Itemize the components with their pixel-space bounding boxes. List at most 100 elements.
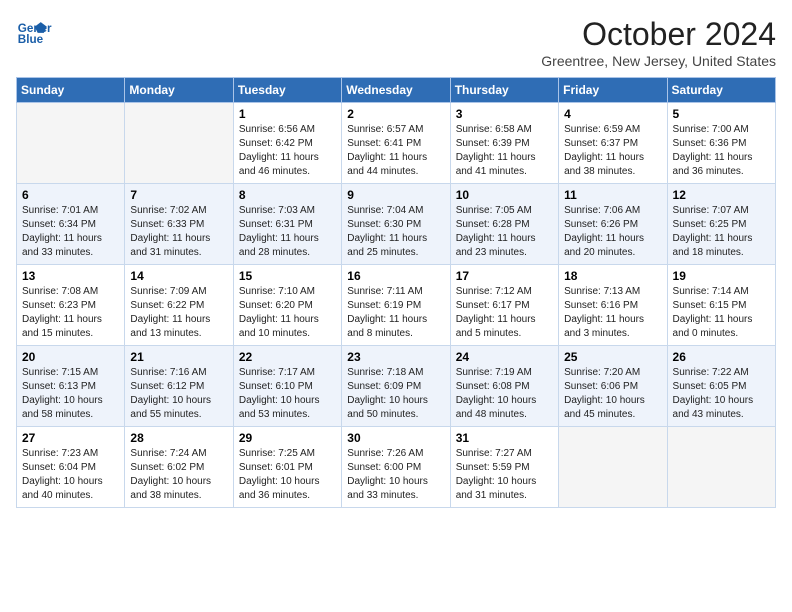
day-number: 11	[564, 188, 661, 202]
day-info: Sunrise: 7:03 AM Sunset: 6:31 PM Dayligh…	[239, 204, 336, 260]
day-info: Sunrise: 7:00 AM Sunset: 6:36 PM Dayligh…	[673, 123, 770, 179]
calendar-cell	[17, 103, 125, 184]
day-number: 22	[239, 350, 336, 364]
calendar-cell: 24 Sunrise: 7:19 AM Sunset: 6:08 PM Dayli…	[450, 346, 558, 427]
calendar-week-row: 6Sunrise: 7:01 AM Sunset: 6:34 PM Daylig…	[17, 184, 776, 265]
day-number: 31	[456, 431, 553, 445]
calendar-cell: 11 Sunrise: 7:06 AM Sunset: 6:26 PM Dayli…	[559, 184, 667, 265]
day-info: Sunrise: 6:56 AM Sunset: 6:42 PM Dayligh…	[239, 123, 336, 179]
calendar-cell: 2 Sunrise: 6:57 AM Sunset: 6:41 PM Daylig…	[342, 103, 450, 184]
day-number: 18	[564, 269, 661, 283]
calendar-cell: 6Sunrise: 7:01 AM Sunset: 6:34 PM Daylig…	[17, 184, 125, 265]
day-info: Sunrise: 7:26 AM Sunset: 6:00 PM Dayligh…	[347, 447, 444, 503]
day-number: 6	[22, 188, 119, 202]
calendar-cell	[559, 427, 667, 508]
calendar-week-row: 13 Sunrise: 7:08 AM Sunset: 6:23 PM Dayli…	[17, 265, 776, 346]
calendar-cell: 23Sunrise: 7:18 AM Sunset: 6:09 PM Dayli…	[342, 346, 450, 427]
calendar-cell: 19 Sunrise: 7:14 AM Sunset: 6:15 PM Dayli…	[667, 265, 775, 346]
svg-text:Blue: Blue	[18, 33, 44, 46]
calendar-cell: 7 Sunrise: 7:02 AM Sunset: 6:33 PM Daylig…	[125, 184, 233, 265]
calendar-body: 1 Sunrise: 6:56 AM Sunset: 6:42 PM Daylig…	[17, 103, 776, 508]
day-info: Sunrise: 7:02 AM Sunset: 6:33 PM Dayligh…	[130, 204, 227, 260]
calendar-week-row: 1 Sunrise: 6:56 AM Sunset: 6:42 PM Daylig…	[17, 103, 776, 184]
day-info: Sunrise: 7:11 AM Sunset: 6:19 PM Dayligh…	[347, 285, 444, 341]
day-number: 12	[673, 188, 770, 202]
day-number: 2	[347, 107, 444, 121]
day-info: Sunrise: 7:27 AM Sunset: 5:59 PM Dayligh…	[456, 447, 553, 503]
day-number: 8	[239, 188, 336, 202]
day-info: Sunrise: 7:09 AM Sunset: 6:22 PM Dayligh…	[130, 285, 227, 341]
day-number: 5	[673, 107, 770, 121]
calendar-cell: 18 Sunrise: 7:13 AM Sunset: 6:16 PM Dayli…	[559, 265, 667, 346]
calendar-cell: 15 Sunrise: 7:10 AM Sunset: 6:20 PM Dayli…	[233, 265, 341, 346]
day-info: Sunrise: 7:23 AM Sunset: 6:04 PM Dayligh…	[22, 447, 119, 503]
day-number: 14	[130, 269, 227, 283]
calendar-cell: 12Sunrise: 7:07 AM Sunset: 6:25 PM Dayli…	[667, 184, 775, 265]
day-number: 3	[456, 107, 553, 121]
day-number: 4	[564, 107, 661, 121]
day-number: 27	[22, 431, 119, 445]
calendar-table: SundayMondayTuesdayWednesdayThursdayFrid…	[16, 77, 776, 508]
calendar-cell: 3 Sunrise: 6:58 AM Sunset: 6:39 PM Daylig…	[450, 103, 558, 184]
day-number: 25	[564, 350, 661, 364]
day-info: Sunrise: 7:19 AM Sunset: 6:08 PM Dayligh…	[456, 366, 553, 422]
logo-icon: General Blue	[16, 16, 52, 52]
day-info: Sunrise: 7:25 AM Sunset: 6:01 PM Dayligh…	[239, 447, 336, 503]
day-number: 7	[130, 188, 227, 202]
day-number: 17	[456, 269, 553, 283]
day-info: Sunrise: 6:58 AM Sunset: 6:39 PM Dayligh…	[456, 123, 553, 179]
day-info: Sunrise: 7:22 AM Sunset: 6:05 PM Dayligh…	[673, 366, 770, 422]
calendar-cell: 8 Sunrise: 7:03 AM Sunset: 6:31 PM Daylig…	[233, 184, 341, 265]
calendar-cell: 27 Sunrise: 7:23 AM Sunset: 6:04 PM Dayli…	[17, 427, 125, 508]
day-info: Sunrise: 6:59 AM Sunset: 6:37 PM Dayligh…	[564, 123, 661, 179]
calendar-header: SundayMondayTuesdayWednesdayThursdayFrid…	[17, 78, 776, 103]
calendar-cell	[667, 427, 775, 508]
page-header: General Blue October 2024 Greentree, New…	[16, 16, 776, 69]
calendar-week-row: 20 Sunrise: 7:15 AM Sunset: 6:13 PM Dayli…	[17, 346, 776, 427]
calendar-cell: 4 Sunrise: 6:59 AM Sunset: 6:37 PM Daylig…	[559, 103, 667, 184]
weekday-header: Thursday	[450, 78, 558, 103]
day-number: 15	[239, 269, 336, 283]
calendar-cell: 10Sunrise: 7:05 AM Sunset: 6:28 PM Dayli…	[450, 184, 558, 265]
weekday-header: Wednesday	[342, 78, 450, 103]
day-info: Sunrise: 7:06 AM Sunset: 6:26 PM Dayligh…	[564, 204, 661, 260]
calendar-cell: 17 Sunrise: 7:12 AM Sunset: 6:17 PM Dayli…	[450, 265, 558, 346]
day-info: Sunrise: 7:15 AM Sunset: 6:13 PM Dayligh…	[22, 366, 119, 422]
weekday-header: Saturday	[667, 78, 775, 103]
day-info: Sunrise: 7:08 AM Sunset: 6:23 PM Dayligh…	[22, 285, 119, 341]
day-info: Sunrise: 7:24 AM Sunset: 6:02 PM Dayligh…	[130, 447, 227, 503]
day-number: 16	[347, 269, 444, 283]
calendar-cell: 16 Sunrise: 7:11 AM Sunset: 6:19 PM Dayli…	[342, 265, 450, 346]
day-number: 23	[347, 350, 444, 364]
day-info: Sunrise: 7:14 AM Sunset: 6:15 PM Dayligh…	[673, 285, 770, 341]
day-info: Sunrise: 7:16 AM Sunset: 6:12 PM Dayligh…	[130, 366, 227, 422]
day-number: 24	[456, 350, 553, 364]
day-info: Sunrise: 7:10 AM Sunset: 6:20 PM Dayligh…	[239, 285, 336, 341]
calendar-cell	[125, 103, 233, 184]
calendar-cell: 13 Sunrise: 7:08 AM Sunset: 6:23 PM Dayli…	[17, 265, 125, 346]
day-number: 1	[239, 107, 336, 121]
day-number: 29	[239, 431, 336, 445]
weekday-header: Sunday	[17, 78, 125, 103]
day-info: Sunrise: 7:17 AM Sunset: 6:10 PM Dayligh…	[239, 366, 336, 422]
day-info: Sunrise: 7:05 AM Sunset: 6:28 PM Dayligh…	[456, 204, 553, 260]
day-number: 19	[673, 269, 770, 283]
calendar-week-row: 27 Sunrise: 7:23 AM Sunset: 6:04 PM Dayli…	[17, 427, 776, 508]
day-number: 26	[673, 350, 770, 364]
weekday-header: Friday	[559, 78, 667, 103]
day-number: 13	[22, 269, 119, 283]
month-title: October 2024	[541, 16, 776, 53]
calendar-cell: 20 Sunrise: 7:15 AM Sunset: 6:13 PM Dayli…	[17, 346, 125, 427]
day-info: Sunrise: 6:57 AM Sunset: 6:41 PM Dayligh…	[347, 123, 444, 179]
calendar-cell: 26 Sunrise: 7:22 AM Sunset: 6:05 PM Dayli…	[667, 346, 775, 427]
day-info: Sunrise: 7:13 AM Sunset: 6:16 PM Dayligh…	[564, 285, 661, 341]
weekday-header: Monday	[125, 78, 233, 103]
calendar-cell: 30Sunrise: 7:26 AM Sunset: 6:00 PM Dayli…	[342, 427, 450, 508]
day-number: 9	[347, 188, 444, 202]
day-number: 28	[130, 431, 227, 445]
day-number: 20	[22, 350, 119, 364]
title-block: October 2024 Greentree, New Jersey, Unit…	[541, 16, 776, 69]
day-info: Sunrise: 7:20 AM Sunset: 6:06 PM Dayligh…	[564, 366, 661, 422]
day-info: Sunrise: 7:04 AM Sunset: 6:30 PM Dayligh…	[347, 204, 444, 260]
day-info: Sunrise: 7:12 AM Sunset: 6:17 PM Dayligh…	[456, 285, 553, 341]
